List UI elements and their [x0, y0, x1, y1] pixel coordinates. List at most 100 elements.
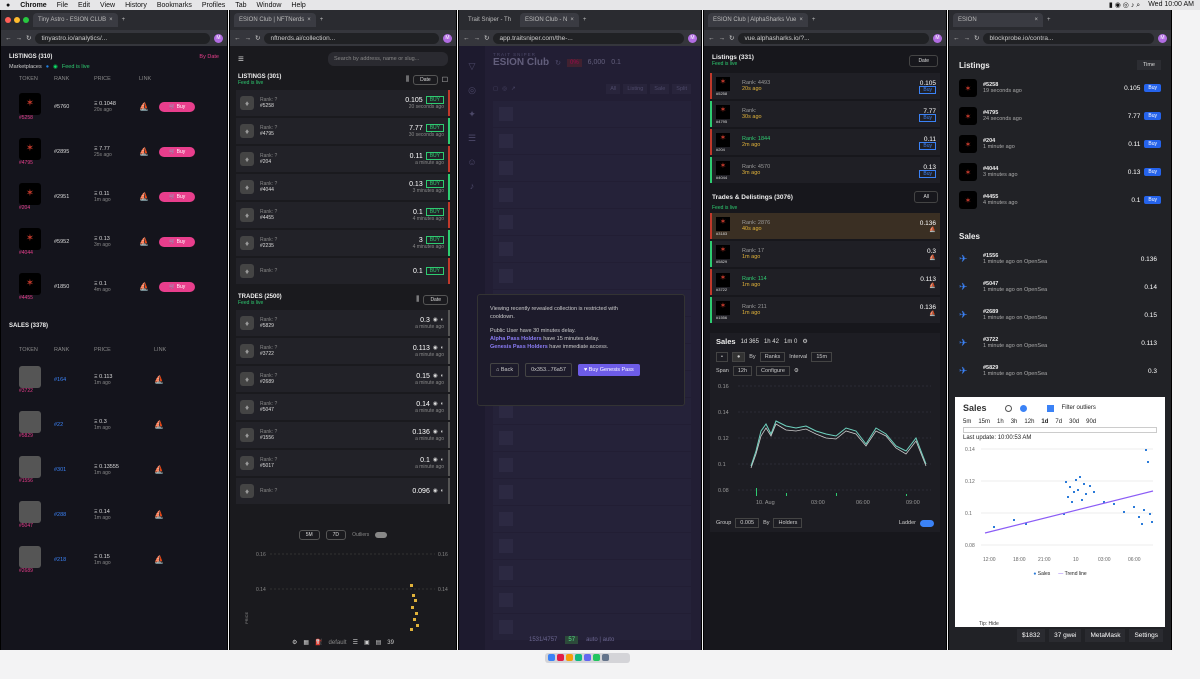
genesis-pass-link[interactable]: Genesis Pass Holders [490, 344, 548, 350]
range-1d[interactable]: 1d [1041, 419, 1048, 425]
feed-row[interactable]: ♦ Rank: ? #2689 0.15 ◉ ◐ a minute ago [236, 366, 450, 392]
marketplace-icon[interactable]: ◉ [433, 457, 438, 463]
back-button[interactable]: ⌂ Back [490, 363, 520, 377]
range-5m[interactable]: 5M [298, 530, 320, 540]
new-tab-icon[interactable]: + [320, 17, 324, 23]
sort-dropdown[interactable]: By Date [199, 54, 219, 60]
menu-edit[interactable]: Edit [78, 2, 90, 9]
tab-tinyastro[interactable]: Tiny Astro - ESION CLUB × [33, 13, 118, 27]
owner-icon[interactable]: ◐ [441, 429, 444, 435]
address-field[interactable]: vue.alphasharks.io/?... [738, 32, 929, 44]
radio-line[interactable] [1019, 404, 1027, 412]
trades-chart-icon[interactable]: ⫼ [416, 296, 419, 304]
range-7d[interactable]: 7d [1055, 419, 1062, 425]
feed-row[interactable]: ✶ #204 Rank: 1844 2m ago 0.11 Buy [710, 129, 940, 155]
owner-icon[interactable]: ◐ [441, 401, 444, 407]
close-icon[interactable]: × [1034, 17, 1038, 23]
hamburger-icon[interactable]: ≡ [238, 54, 244, 65]
list-item[interactable]: ✶ #204 1 minute ago 0.11 Buy [949, 130, 1171, 158]
menu-bookmarks[interactable]: Bookmarks [157, 2, 192, 9]
marketplace-icon[interactable]: ◉ [433, 373, 438, 379]
feed-row[interactable]: ♦ Rank: ? #4455 0.1 BUY 4 minutes ago [236, 202, 450, 228]
buy-button[interactable]: BUY [425, 267, 444, 275]
messages-icon[interactable] [575, 654, 582, 661]
buy-button[interactable]: Buy [1144, 140, 1161, 148]
back-icon[interactable]: ← [953, 35, 960, 42]
back-icon[interactable]: ← [234, 35, 241, 42]
ranks-dropdown[interactable]: Ranks [759, 352, 786, 362]
forward-icon[interactable]: → [245, 35, 252, 42]
marketplace-icon[interactable]: ⛵ [929, 255, 936, 261]
marketplace-icon[interactable]: ◉ [433, 345, 438, 351]
reload-icon[interactable]: ↻ [26, 34, 31, 42]
range-90d[interactable]: 90d [1086, 419, 1096, 425]
nft-thumbnail[interactable] [19, 410, 41, 433]
nft-thumbnail[interactable]: ✶ [716, 132, 730, 147]
configure-button[interactable]: Configure [756, 366, 790, 376]
token-id[interactable]: #2689 [19, 568, 54, 574]
feed-row[interactable]: ✶ #1556 Rank: 211 1m ago 0.136 ⛵ [710, 297, 940, 323]
menu-view[interactable]: View [100, 2, 115, 9]
address-field[interactable]: nftnerds.ai/collection... [264, 32, 439, 44]
feed-row[interactable]: ✶ #4795 Rank: 30s ago 7.77 Buy [710, 101, 940, 127]
new-tab-icon[interactable]: + [1047, 17, 1051, 23]
token-id[interactable]: #4044 [19, 250, 54, 256]
trash-icon[interactable] [602, 654, 609, 661]
marketplace-icon[interactable]: ◉ [433, 317, 438, 323]
status-icons[interactable]: ▮ ◉ ◎ ♪ ⌕ [1109, 1, 1140, 10]
menu-app[interactable]: Chrome [20, 2, 46, 9]
buy-button[interactable]: 🛒 Buy [159, 281, 196, 292]
checkbox-icon[interactable]: ☐ [442, 76, 448, 84]
menu-help[interactable]: Help [291, 2, 305, 9]
opensea-link-icon[interactable]: ⛵ [139, 147, 159, 156]
range-bar[interactable] [963, 427, 1157, 433]
token-id[interactable]: #5829 [19, 433, 54, 439]
buy-genesis-pass-button[interactable]: ♥ Buy Genesis Pass [577, 364, 640, 376]
gas-icon[interactable]: ⛽ [315, 639, 322, 646]
menu-profiles[interactable]: Profiles [202, 2, 225, 9]
tab-alphasharks[interactable]: ESION Club | AlphaSharks Vue × [708, 13, 808, 27]
range-15m[interactable]: 15m [978, 419, 990, 425]
menu-file[interactable]: File [57, 2, 68, 9]
opensea-link-icon[interactable]: ⛵ [154, 510, 164, 519]
nft-thumbnail[interactable]: ✶ [716, 300, 730, 315]
configure-gear-icon[interactable]: ⚙ [794, 368, 799, 374]
opensea-link-icon[interactable]: ⛵ [154, 420, 164, 429]
list-item[interactable]: ✈ #2689 1 minute ago on OpenSea 0.15 [949, 301, 1171, 329]
feed-row[interactable]: ✶ #3722 Rank: 114 1m ago 0.113 ⛵ [710, 269, 940, 295]
interval-dropdown[interactable]: 15m [811, 352, 833, 362]
marketplace-icon[interactable]: ◉ [433, 488, 438, 494]
owner-icon[interactable]: ◐ [441, 317, 444, 323]
token-id[interactable]: #5258 [19, 115, 54, 121]
address-field[interactable]: blockprobe.io/contra... [983, 32, 1154, 44]
feed-row[interactable]: ✶ #5258 Rank: 4493 20s ago 0.105 Buy [710, 73, 940, 99]
legend-sales[interactable]: ● Sales [1033, 571, 1050, 577]
buy-button[interactable]: Buy [1144, 84, 1161, 92]
nft-thumbnail[interactable]: ✶ [716, 76, 730, 91]
new-tab-icon[interactable]: + [122, 17, 126, 23]
forward-icon[interactable]: → [474, 35, 481, 42]
tab-nftnerds[interactable]: ESION Club | NFTNerds × [234, 13, 316, 27]
token-id[interactable]: #5047 [19, 523, 54, 529]
tab-esion-traitsniper[interactable]: ESION Club - N × [520, 13, 579, 27]
date-dropdown[interactable]: Date [413, 75, 438, 85]
group-dropdown[interactable]: 0.005 [735, 518, 760, 528]
marketplace-icon[interactable]: ◉ [433, 429, 438, 435]
metamask-button[interactable]: MetaMask [1085, 629, 1126, 642]
buy-button[interactable]: 🛒 Buy [159, 236, 196, 247]
apple-icon[interactable]: ● [6, 2, 10, 9]
app-icon[interactable] [557, 654, 564, 661]
menu-clock[interactable]: Wed 10:00 AM [1148, 1, 1194, 10]
buy-button[interactable]: Buy [1144, 168, 1161, 176]
feed-row[interactable]: ♦ Rank: ? #4044 0.13 BUY 3 minutes ago [236, 174, 450, 200]
search-input[interactable]: Search by address, name or slug... [328, 52, 448, 66]
nft-thumbnail[interactable] [19, 545, 41, 568]
nft-thumbnail[interactable]: ✶ [959, 107, 977, 125]
list-item[interactable]: ✈ #5829 1 minute ago on OpenSea 0.3 [949, 357, 1171, 385]
opensea-link-icon[interactable]: ⛵ [139, 237, 159, 246]
buy-button[interactable]: 🛒 Buy [159, 101, 196, 112]
reload-icon[interactable]: ↻ [974, 34, 979, 42]
nft-thumbnail[interactable]: ✶ [19, 272, 41, 295]
buy-button[interactable]: Buy [919, 141, 936, 150]
nft-thumbnail[interactable]: ✶ [716, 244, 730, 259]
